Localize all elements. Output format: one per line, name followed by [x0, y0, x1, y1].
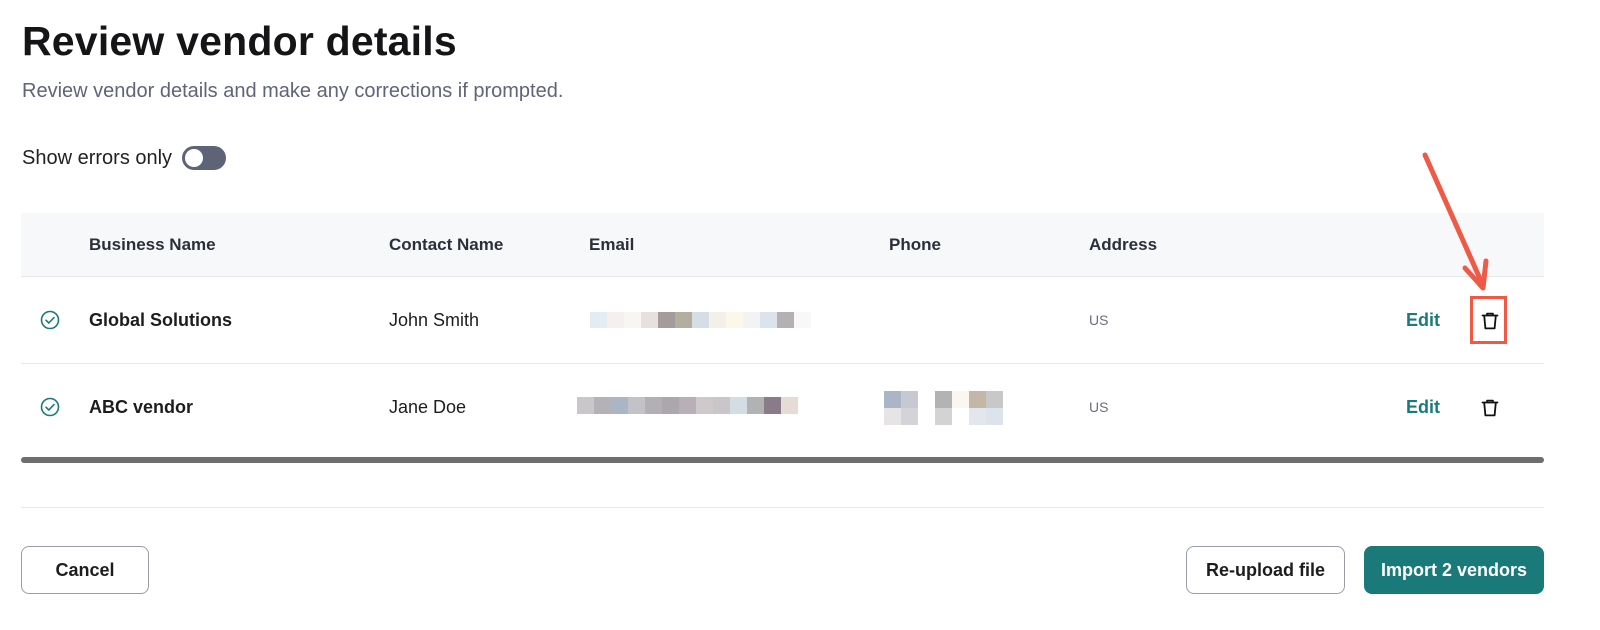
table-row: Global Solutions John Smith US Edit — [21, 277, 1544, 364]
check-circle-icon — [40, 397, 60, 417]
page-subtitle: Review vendor details and make any corre… — [22, 80, 564, 102]
show-errors-label: Show errors only — [22, 146, 173, 169]
redacted-email — [577, 397, 798, 414]
redacted-phone — [884, 391, 1004, 425]
check-circle-icon — [40, 310, 60, 330]
column-header-phone: Phone — [889, 235, 941, 254]
cancel-button[interactable]: Cancel — [21, 546, 149, 594]
reupload-file-button[interactable]: Re-upload file — [1186, 546, 1345, 594]
table-row: ABC vendor Jane Doe US Edit — [21, 364, 1544, 450]
business-name: Global Solutions — [89, 310, 232, 330]
import-vendors-button[interactable]: Import 2 vendors — [1364, 546, 1544, 594]
column-header-contact-name: Contact Name — [389, 235, 504, 254]
show-errors-filter: Show errors only — [22, 146, 227, 170]
toggle-knob — [185, 149, 204, 167]
address: US — [1089, 312, 1109, 328]
column-header-business-name: Business Name — [89, 235, 216, 254]
column-header-address: Address — [1089, 235, 1158, 254]
show-errors-toggle[interactable] — [182, 146, 227, 170]
redacted-email — [590, 312, 811, 328]
address: US — [1089, 399, 1109, 415]
trash-icon[interactable] — [1479, 397, 1501, 419]
vendor-table: Business Name Contact Name Email Phone A… — [21, 213, 1544, 450]
arrow-icon — [1422, 152, 1489, 291]
page-title: Review vendor details — [22, 18, 457, 64]
footer-divider — [21, 507, 1544, 508]
edit-button[interactable]: Edit — [1406, 364, 1440, 450]
horizontal-scrollbar[interactable] — [21, 457, 1544, 463]
contact-name: John Smith — [389, 310, 480, 330]
column-header-email: Email — [589, 235, 635, 254]
business-name: ABC vendor — [89, 397, 194, 417]
annotation-highlight-box — [1470, 296, 1507, 344]
contact-name: Jane Doe — [389, 397, 467, 417]
table-header: Business Name Contact Name Email Phone A… — [21, 213, 1544, 277]
